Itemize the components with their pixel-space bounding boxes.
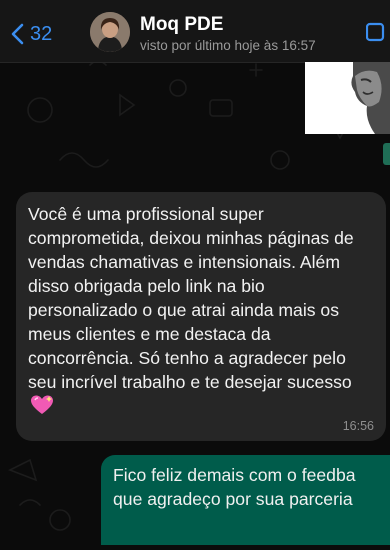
image-message[interactable] — [305, 62, 390, 134]
video-call-button[interactable] — [365, 22, 390, 47]
outgoing-message-bubble[interactable]: Fico feliz demais com o feedba que agrad… — [101, 455, 390, 545]
video-camera-icon — [365, 22, 385, 42]
back-button[interactable]: 32 — [10, 20, 52, 48]
unread-count: 32 — [30, 23, 53, 45]
outgoing-message-line-2: que agradeço por sua parceria — [113, 489, 353, 509]
message-timestamp: 16:56 — [342, 419, 374, 433]
last-seen-status: visto por último hoje às 16:57 — [140, 38, 316, 53]
contact-name[interactable]: Moq PDE — [140, 14, 223, 36]
incoming-message-text: Você é uma profissional super comprometi… — [28, 202, 374, 422]
chevron-left-icon — [11, 23, 24, 45]
outgoing-message-line-1: Fico feliz demais com o feedba — [113, 465, 356, 485]
chat-header: 32 Moq PDE visto por último hoje às 16:5… — [0, 0, 390, 63]
sparkling-heart-icon — [30, 394, 54, 422]
sculpture-photo — [305, 62, 390, 134]
outgoing-bubble-edge — [383, 143, 390, 165]
incoming-message-bubble[interactable]: Você é uma profissional super comprometi… — [16, 192, 386, 441]
avatar[interactable] — [90, 12, 130, 52]
